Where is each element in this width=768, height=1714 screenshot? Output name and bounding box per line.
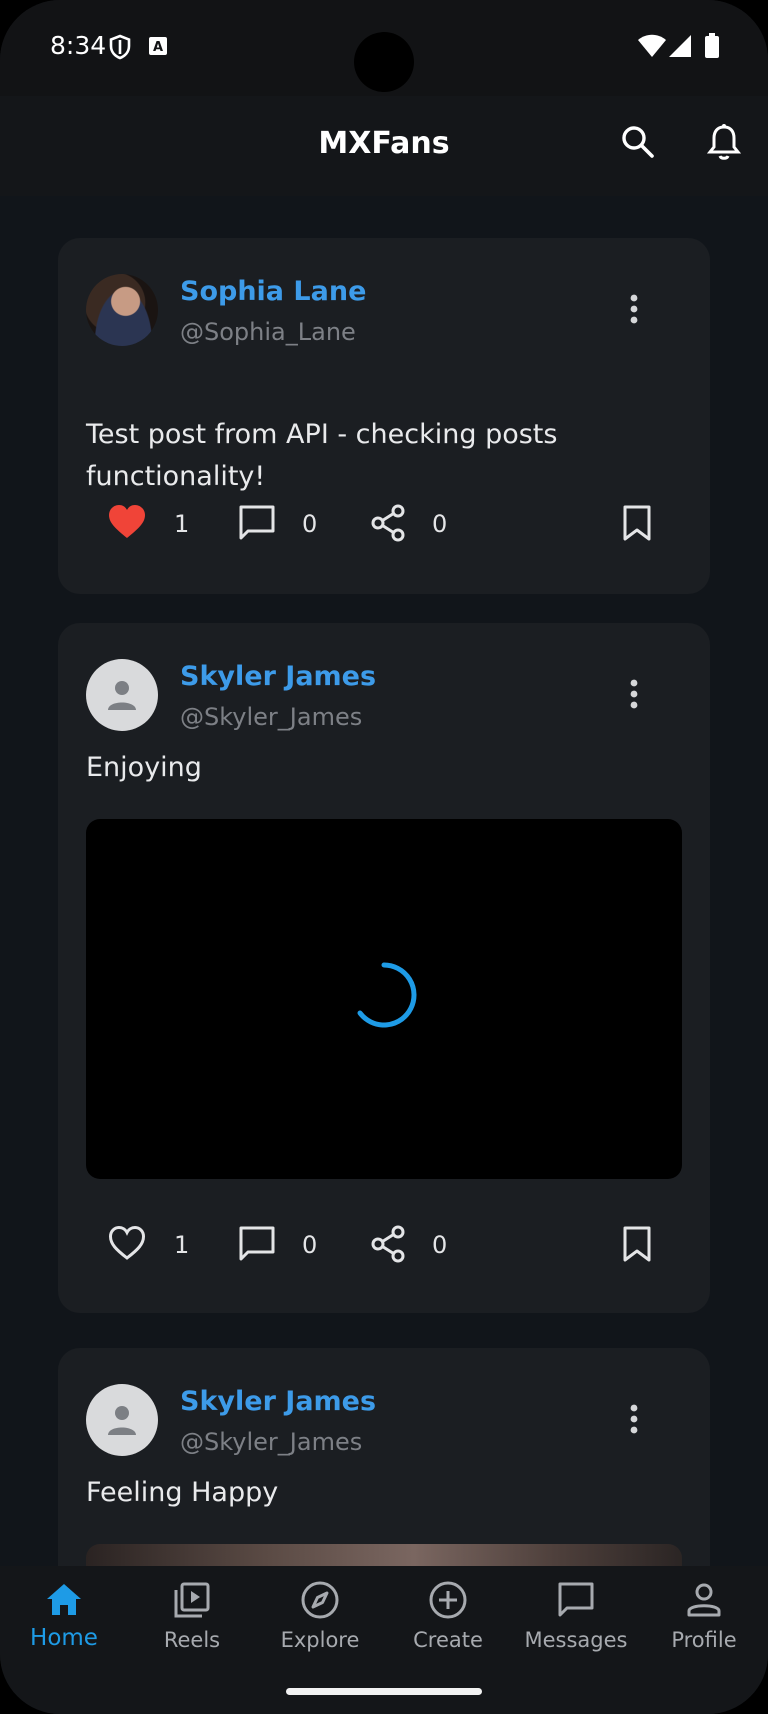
reels-icon <box>174 1582 210 1618</box>
like-button[interactable] <box>108 1225 146 1266</box>
author-handle: @Skyler_James <box>180 1428 363 1456</box>
author-handle: @Skyler_James <box>180 703 363 731</box>
comment-button[interactable] <box>238 1225 276 1268</box>
post-card: Skyler James @Skyler_James Feeling Happy <box>58 1348 710 1566</box>
bell-icon <box>707 124 741 160</box>
chat-bubble-icon <box>558 1582 594 1617</box>
share-icon <box>371 1225 405 1263</box>
bookmark-icon <box>623 505 651 541</box>
bookmark-icon <box>623 1226 651 1262</box>
home-indicator[interactable] <box>286 1688 482 1695</box>
avatar[interactable] <box>86 659 158 731</box>
app-notification-icon: A <box>148 36 168 61</box>
comment-count: 0 <box>302 1231 318 1259</box>
post-menu-button[interactable] <box>620 675 648 715</box>
post-card: Sophia Lane @Sophia_Lane Test post from … <box>58 238 710 594</box>
comment-icon <box>239 505 275 540</box>
post-text: Test post from API - checking posts func… <box>86 419 558 492</box>
search-icon <box>622 126 654 158</box>
status-time: 8:34 <box>50 31 107 60</box>
more-vertical-icon <box>630 679 638 709</box>
bookmark-button[interactable] <box>622 504 652 547</box>
post-image[interactable] <box>86 1544 682 1566</box>
share-button[interactable] <box>370 1225 406 1268</box>
like-button[interactable] <box>108 504 146 545</box>
add-circle-icon <box>429 1581 467 1619</box>
nav-home[interactable]: Home <box>0 1566 128 1676</box>
wifi-icon <box>638 34 666 63</box>
like-count: 1 <box>174 510 190 538</box>
author-name[interactable]: Skyler James <box>180 661 376 692</box>
avatar[interactable] <box>86 1384 158 1456</box>
status-bar: 8:34 A <box>0 0 768 96</box>
nav-label: Create <box>413 1628 483 1652</box>
phone-screen: 8:34 A MXFans Sophia Lane @Sophia_Lane T… <box>0 0 768 1714</box>
loading-spinner-icon <box>357 962 417 1028</box>
signal-icon <box>668 34 692 63</box>
post-card: Skyler James @Skyler_James Enjoying 1 0 <box>58 623 710 1313</box>
nav-label: Home <box>30 1625 98 1651</box>
comment-icon <box>239 1226 275 1261</box>
author-name[interactable]: Sophia Lane <box>180 276 366 307</box>
share-count: 0 <box>432 1231 448 1259</box>
nav-create[interactable]: Create <box>384 1566 512 1676</box>
person-icon <box>108 681 136 710</box>
shield-icon <box>108 34 132 65</box>
post-actions: 1 0 0 <box>58 500 710 550</box>
share-icon <box>371 504 405 542</box>
person-icon <box>108 1406 136 1435</box>
author-handle: @Sophia_Lane <box>180 318 356 346</box>
comment-button[interactable] <box>238 504 276 547</box>
avatar[interactable] <box>86 274 158 346</box>
nav-label: Reels <box>163 1628 221 1652</box>
video-player[interactable] <box>86 819 682 1179</box>
nav-label: Messages <box>524 1628 628 1652</box>
nav-profile[interactable]: Profile <box>640 1566 768 1676</box>
heart-filled-icon <box>109 505 145 538</box>
like-count: 1 <box>174 1231 190 1259</box>
more-vertical-icon <box>630 1404 638 1434</box>
nav-label: Explore <box>280 1628 360 1652</box>
author-name[interactable]: Skyler James <box>180 1386 376 1417</box>
heart-outline-icon <box>108 1225 146 1260</box>
compass-icon <box>301 1581 339 1619</box>
bookmark-button[interactable] <box>622 1225 652 1268</box>
share-button[interactable] <box>370 504 406 547</box>
nav-explore[interactable]: Explore <box>256 1566 384 1676</box>
camera-cutout <box>354 32 414 92</box>
home-icon <box>47 1584 81 1615</box>
post-menu-button[interactable] <box>620 290 648 330</box>
svg-text:A: A <box>153 40 163 55</box>
more-vertical-icon <box>630 294 638 324</box>
post-text: Enjoying <box>86 752 202 783</box>
post-actions: 1 0 0 <box>58 1221 710 1271</box>
post-feed[interactable]: Sophia Lane @Sophia_Lane Test post from … <box>0 196 768 1566</box>
share-count: 0 <box>432 510 448 538</box>
nav-label: Profile <box>671 1628 737 1652</box>
battery-icon <box>704 33 720 64</box>
nav-reels[interactable]: Reels <box>128 1566 256 1676</box>
search-button[interactable] <box>614 118 662 166</box>
post-text: Feeling Happy <box>86 1477 279 1508</box>
notifications-button[interactable] <box>700 118 748 166</box>
comment-count: 0 <box>302 510 318 538</box>
nav-messages[interactable]: Messages <box>512 1566 640 1676</box>
post-menu-button[interactable] <box>620 1400 648 1440</box>
app-bar: MXFans <box>0 96 768 196</box>
person-icon <box>687 1583 721 1617</box>
